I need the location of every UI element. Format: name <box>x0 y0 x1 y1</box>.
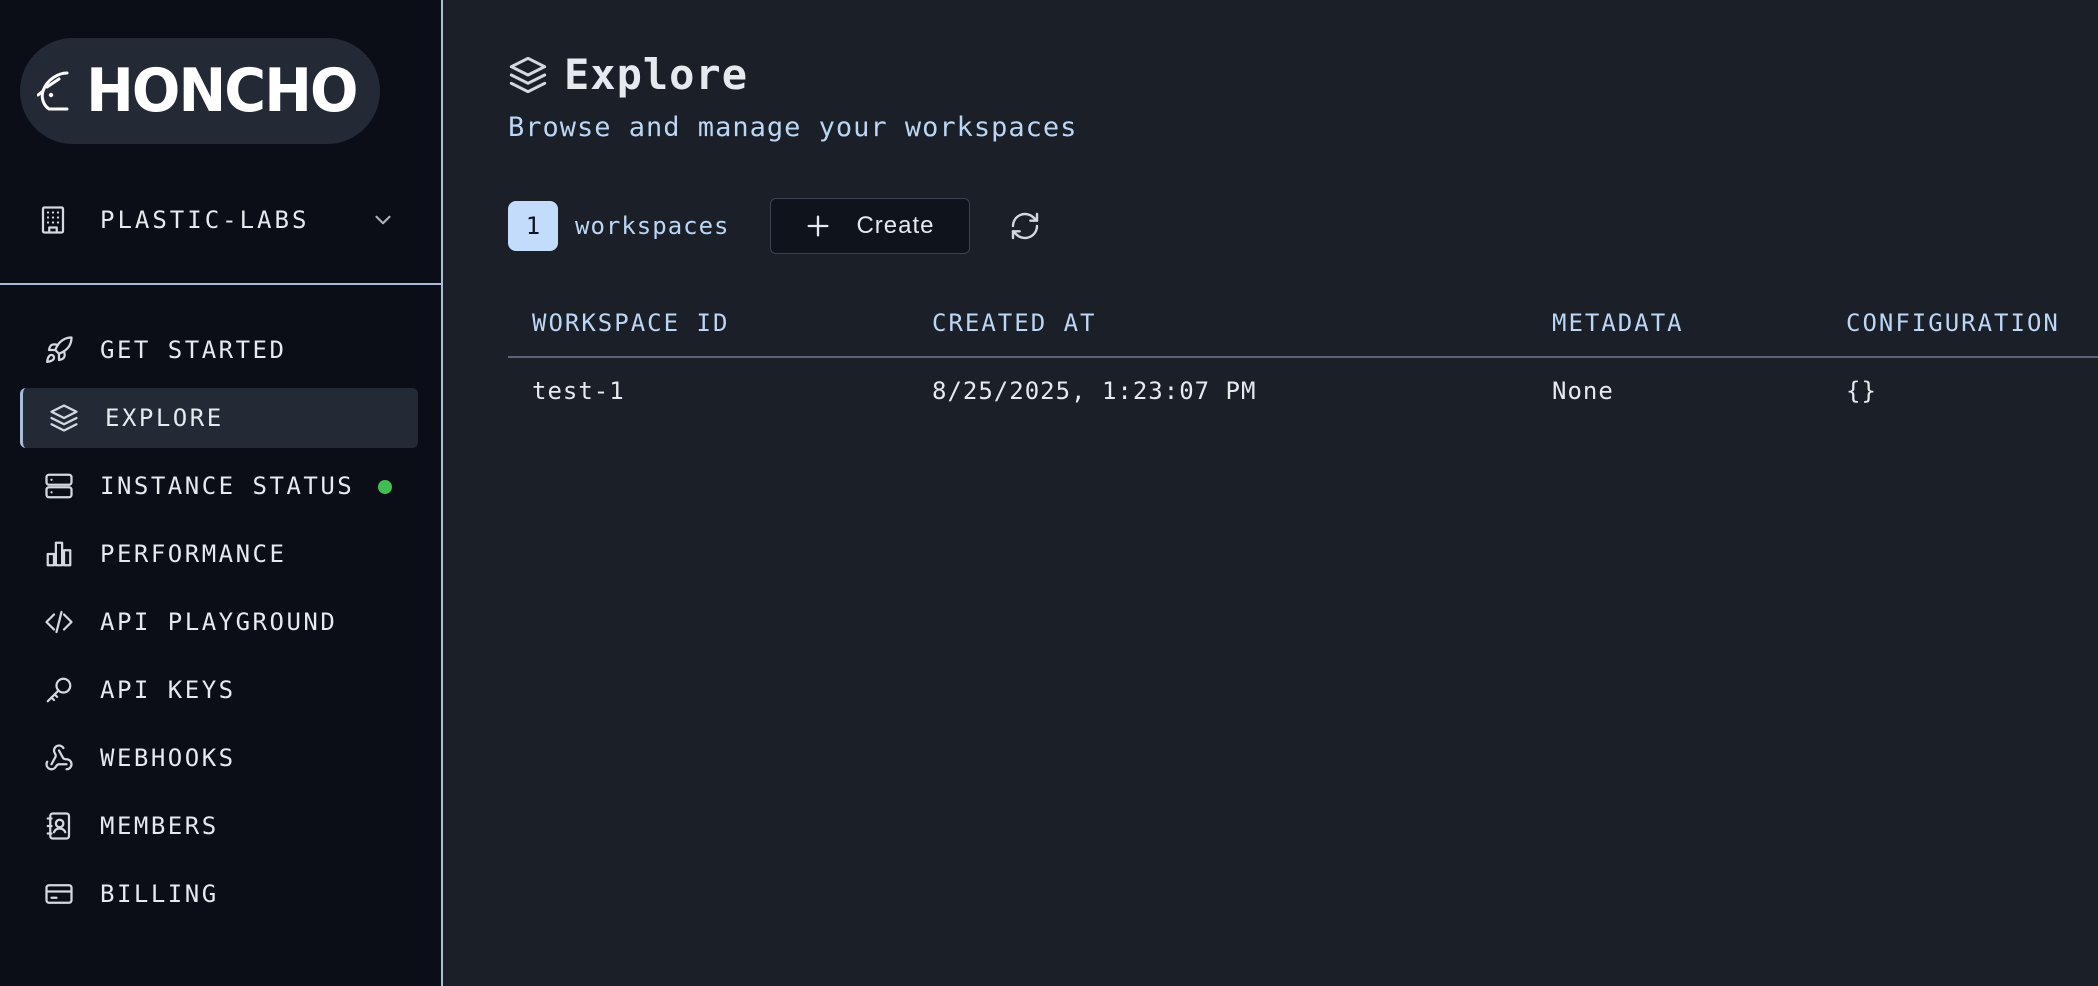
logo-text: HONCHO <box>85 56 358 126</box>
sidebar-divider <box>0 283 443 285</box>
workspace-count-badge: 1 <box>508 201 558 251</box>
sidebar-item-billing[interactable]: BILLING <box>20 864 418 924</box>
refresh-button[interactable] <box>1006 207 1044 245</box>
create-button-label: Create <box>856 212 935 239</box>
table-header-row: WORKSPACE ID CREATED AT METADATA CONFIGU… <box>508 290 2098 358</box>
cell-configuration: {} <box>1846 377 1877 405</box>
sidebar-item-members[interactable]: MEMBERS <box>20 796 418 856</box>
layers-icon <box>509 56 547 93</box>
sidebar-item-label: BILLING <box>100 880 219 908</box>
key-icon <box>46 677 72 703</box>
rocket-icon <box>46 336 73 363</box>
sidebar-item-label: MEMBERS <box>100 812 219 840</box>
logo[interactable]: HONCHO <box>20 38 380 144</box>
table-row[interactable]: test-1 8/25/2025, 1:23:07 PM None {} <box>508 358 2098 424</box>
sidebar-nav: GET STARTED EXPLORE INSTANCE STATUS PERF… <box>20 320 418 932</box>
column-header-workspace-id[interactable]: WORKSPACE ID <box>532 309 729 337</box>
sidebar-item-explore[interactable]: EXPLORE <box>20 388 418 448</box>
column-header-created-at[interactable]: CREATED AT <box>932 309 1097 337</box>
sidebar-item-instance-status[interactable]: INSTANCE STATUS <box>20 456 418 516</box>
sidebar-item-webhooks[interactable]: WEBHOOKS <box>20 728 418 788</box>
create-workspace-button[interactable]: Create <box>769 198 970 254</box>
sidebar: HONCHO PLASTIC-LABS GET STARTED EXPLORE … <box>0 0 443 986</box>
sidebar-item-api-playground[interactable]: API PLAYGROUND <box>20 592 418 652</box>
sidebar-item-label: API KEYS <box>100 676 236 704</box>
sidebar-item-label: WEBHOOKS <box>100 744 236 772</box>
cell-created-at: 8/25/2025, 1:23:07 PM <box>932 377 1257 405</box>
bar-chart-icon <box>46 541 72 567</box>
layers-icon <box>50 404 78 432</box>
cell-metadata: None <box>1552 377 1614 405</box>
workspace-count-label: workspaces <box>575 212 730 240</box>
page-title: Explore <box>564 50 749 99</box>
page-header: Explore <box>508 50 748 99</box>
toolbar: 1 workspaces Create <box>508 198 1044 254</box>
main-content: Explore Browse and manage your workspace… <box>443 0 2098 986</box>
credit-card-icon <box>45 884 73 904</box>
server-icon <box>45 473 73 499</box>
page-subtitle: Browse and manage your workspaces <box>508 112 1078 143</box>
app-root: HONCHO PLASTIC-LABS GET STARTED EXPLORE … <box>0 0 2098 986</box>
sidebar-item-get-started[interactable]: GET STARTED <box>20 320 418 380</box>
sidebar-item-api-keys[interactable]: API KEYS <box>20 660 418 720</box>
sidebar-item-label: API PLAYGROUND <box>100 608 338 636</box>
org-name: PLASTIC-LABS <box>100 206 310 234</box>
honcho-mascot-icon <box>36 71 69 111</box>
status-online-indicator <box>378 480 392 494</box>
refresh-icon <box>1011 212 1038 240</box>
plus-icon <box>807 215 829 237</box>
contact-book-icon <box>46 812 71 840</box>
code-icon <box>45 610 73 634</box>
sidebar-item-label: INSTANCE STATUS <box>100 472 355 500</box>
chevron-down-icon <box>375 215 391 225</box>
webhook-icon <box>45 744 73 771</box>
building-icon <box>41 206 65 234</box>
org-switcher[interactable]: PLASTIC-LABS <box>38 198 398 242</box>
sidebar-item-performance[interactable]: PERFORMANCE <box>20 524 418 584</box>
workspaces-table: WORKSPACE ID CREATED AT METADATA CONFIGU… <box>508 290 2098 424</box>
column-header-metadata[interactable]: METADATA <box>1552 309 1684 337</box>
sidebar-item-label: GET STARTED <box>100 336 287 364</box>
sidebar-item-label: EXPLORE <box>105 404 224 432</box>
cell-workspace-id[interactable]: test-1 <box>532 377 625 405</box>
sidebar-item-label: PERFORMANCE <box>100 540 287 568</box>
column-header-configuration[interactable]: CONFIGURATION <box>1846 309 2060 337</box>
